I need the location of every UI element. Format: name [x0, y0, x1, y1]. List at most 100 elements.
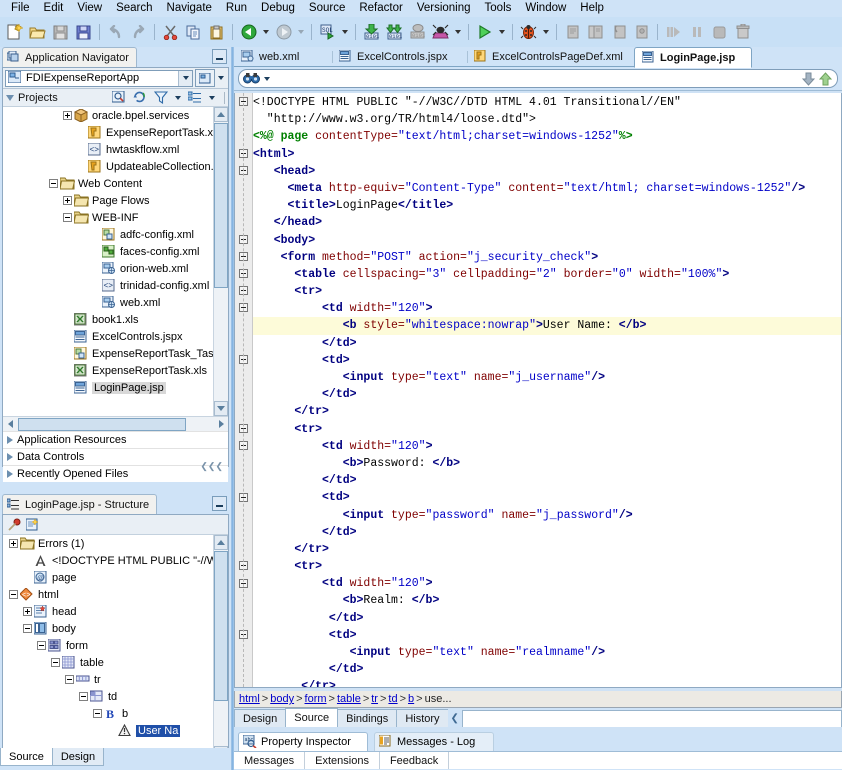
project-tree[interactable]: oracle.bpel.servicesExpenseReportTask.xm… [3, 107, 228, 416]
view-tab-bindings[interactable]: Bindings [337, 709, 397, 727]
collapse-icon[interactable] [49, 179, 58, 188]
tree-row[interactable]: oracle.bpel.services [3, 107, 212, 124]
back-arrow-icon[interactable] [238, 21, 259, 43]
bottom-tab-messages-log[interactable]: Messages - Log [374, 732, 494, 751]
tree-row[interactable]: ExpenseReportTask.xls [3, 362, 212, 379]
step-into-icon[interactable]: 0101 [361, 21, 382, 43]
expand-icon[interactable] [23, 607, 32, 616]
project-tree-hscroll-thumb[interactable] [18, 418, 186, 431]
menu-navigate[interactable]: Navigate [160, 0, 219, 17]
menu-tools[interactable]: Tools [478, 0, 519, 17]
breadcrumb-table[interactable]: table [337, 693, 361, 705]
bottom-subtab-feedback[interactable]: Feedback [380, 752, 449, 769]
structure-tree[interactable]: Errors (1)<!DOCTYPE HTML PUBLIC "-//W3C/… [3, 535, 228, 761]
breadcrumb-tr[interactable]: tr [371, 693, 378, 705]
find-input[interactable] [273, 72, 799, 86]
rebuild-icon[interactable] [430, 21, 451, 43]
tree-row[interactable]: td [3, 688, 212, 705]
menu-debug[interactable]: Debug [254, 0, 302, 17]
project-tree-hscrollbar[interactable] [3, 416, 228, 431]
step-to-end-icon[interactable] [631, 21, 652, 43]
tab-application-navigator[interactable]: Application Navigator [2, 47, 137, 67]
section-expand-icon[interactable] [7, 436, 13, 444]
expand-icon[interactable] [63, 196, 72, 205]
redo-icon[interactable] [128, 21, 149, 43]
step-return-icon[interactable] [608, 21, 629, 43]
bottom-subtab-extensions[interactable]: Extensions [305, 752, 380, 769]
pause-icon[interactable] [686, 21, 707, 43]
structure-scroll-thumb[interactable] [214, 551, 228, 701]
breadcrumb-body[interactable]: body [270, 693, 294, 705]
tree-row[interactable]: Page Flows [3, 192, 212, 209]
view-tab-design[interactable]: Design [234, 709, 286, 727]
save-icon[interactable] [50, 21, 71, 43]
collapse-icon[interactable] [9, 590, 18, 599]
collapse-icon[interactable] [23, 624, 32, 633]
view-options-icon[interactable] [188, 91, 203, 105]
tree-row[interactable]: book1.xls [3, 311, 212, 328]
find-dropdown-icon[interactable] [264, 77, 270, 81]
scroll-left-button[interactable] [3, 418, 17, 431]
view-tab-history[interactable]: History [396, 709, 448, 727]
editor-tab-loginpage-jsp[interactable]: LoginPage.jsp [634, 47, 752, 68]
expand-icon[interactable] [63, 111, 72, 120]
tree-row[interactable]: form [3, 637, 212, 654]
binoculars-icon[interactable] [243, 72, 261, 86]
scroll-down-button[interactable] [214, 401, 228, 416]
tree-row[interactable]: Errors (1) [3, 535, 212, 552]
menu-run[interactable]: Run [219, 0, 254, 17]
refresh-icon[interactable] [133, 91, 148, 105]
tree-row[interactable]: <>trinidad-config.xml [3, 277, 212, 294]
rebuild-dropdown-icon[interactable] [452, 21, 463, 43]
tree-row[interactable]: web.xml [3, 294, 212, 311]
collapse-icon[interactable] [63, 213, 72, 222]
step-multi-icon[interactable] [585, 21, 606, 43]
cut-scissors-icon[interactable] [160, 21, 181, 43]
structure-minimize-button[interactable] [212, 496, 227, 511]
breadcrumb-html[interactable]: html [239, 693, 260, 705]
breadcrumb-form[interactable]: form [305, 693, 327, 705]
view-options-dropdown-icon[interactable] [207, 96, 217, 100]
find-previous-icon[interactable] [819, 72, 833, 86]
paste-icon[interactable] [206, 21, 227, 43]
copy-icon[interactable] [183, 21, 204, 43]
pin-icon[interactable] [7, 518, 22, 532]
menu-file[interactable]: File [4, 0, 37, 17]
step-over-icon[interactable]: 0101 [384, 21, 405, 43]
forward-arrow-icon[interactable] [273, 21, 294, 43]
menu-versioning[interactable]: Versioning [410, 0, 478, 17]
back-dropdown-icon[interactable] [260, 21, 271, 43]
new-icon[interactable] [4, 21, 25, 43]
tab-structure[interactable]: LoginPage.jsp - Structure [2, 494, 157, 514]
view-tabs-scroll-left-icon[interactable]: ❮ [448, 709, 462, 727]
search-icon[interactable] [112, 91, 127, 105]
editor-tab-excelcontrolspagedef-xml[interactable]: ExcelControlsPageDef.xml [467, 48, 634, 67]
menu-edit[interactable]: Edit [37, 0, 71, 17]
tree-row[interactable]: ExpenseReportTask.xml [3, 124, 212, 141]
tree-row[interactable]: <>html [3, 586, 212, 603]
code-fold-gutter[interactable] [235, 93, 253, 687]
collapse-icon[interactable] [79, 692, 88, 701]
tree-row[interactable]: @page [3, 569, 212, 586]
menu-search[interactable]: Search [109, 0, 159, 17]
expand-icon[interactable] [9, 539, 18, 548]
sql-run-icon[interactable]: SQL [317, 21, 338, 43]
run-dropdown-icon[interactable] [496, 21, 507, 43]
project-tree-scroll-thumb[interactable] [214, 123, 228, 288]
structure-tab-design[interactable]: Design [52, 748, 104, 766]
navigator-app-menu-arrow-icon[interactable] [215, 69, 226, 87]
collapse-icon[interactable] [37, 641, 46, 650]
source-editor[interactable]: <!DOCTYPE HTML PUBLIC "-//W3C//DTD HTML … [234, 93, 842, 688]
tree-row[interactable]: table [3, 654, 212, 671]
tree-row[interactable]: adfc-config.xml [3, 226, 212, 243]
find-next-icon[interactable] [802, 72, 816, 86]
navigator-resize-grip[interactable]: ❮❮❮ [2, 461, 229, 471]
scroll-up-button[interactable] [214, 535, 228, 550]
tree-row[interactable]: WEB-INF [3, 209, 212, 226]
tree-row[interactable]: head [3, 603, 212, 620]
code-text[interactable]: <!DOCTYPE HTML PUBLIC "-//W3C//DTD HTML … [253, 93, 841, 687]
scroll-up-button[interactable] [214, 107, 228, 122]
structure-tree-vscrollbar[interactable] [213, 535, 228, 761]
menu-refactor[interactable]: Refactor [352, 0, 409, 17]
trash-icon[interactable] [732, 21, 753, 43]
